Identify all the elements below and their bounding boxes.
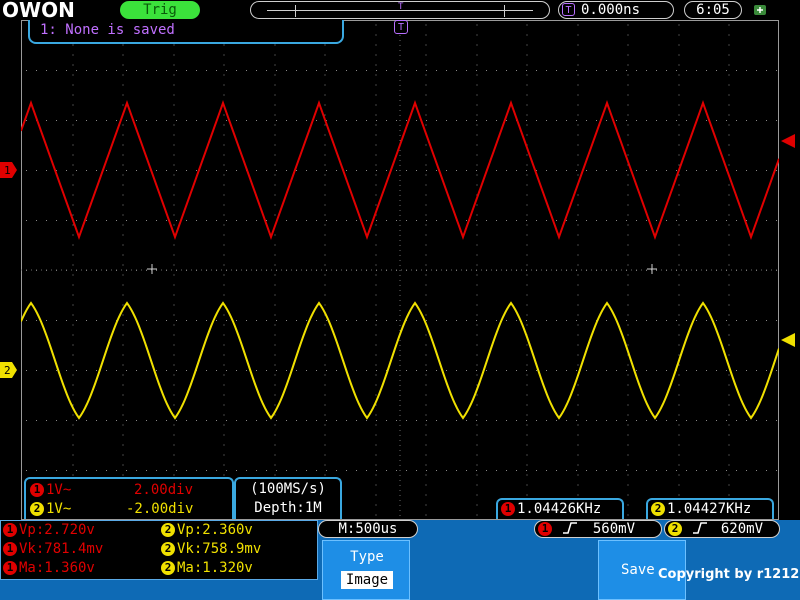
ch2-number-badge: 2 xyxy=(161,523,175,537)
ch1-number-badge: 1 xyxy=(3,561,17,575)
type-label: Type xyxy=(350,549,384,565)
memory-depth: Depth:1M xyxy=(254,500,322,516)
ch2-coupling: 1V~ xyxy=(46,501,72,517)
type-menu-button[interactable]: Type Image xyxy=(322,540,410,600)
ch2-measurement-row: 2 Vp:2.360v xyxy=(161,521,316,540)
ch2-marker-label: 2 xyxy=(4,364,11,377)
ch2-number-badge: 2 xyxy=(668,522,682,536)
ch2-vp: Vp:2.360v xyxy=(177,522,253,538)
rising-edge-icon xyxy=(693,522,708,534)
rising-edge-icon xyxy=(563,522,578,534)
ch1-number-badge: 1 xyxy=(3,523,17,537)
ch2-ma: Ma:1.320v xyxy=(177,560,253,576)
trigger-position-icon: T xyxy=(394,20,408,34)
brand-text: OWON xyxy=(2,1,75,19)
ch1-number-badge: 1 xyxy=(3,542,17,556)
ch2-measurements: 2 Vp:2.360v 2 Vk:758.9mv 2 Ma:1.320v xyxy=(161,521,316,578)
timeline-trigger-marker: T xyxy=(398,2,404,12)
ch2-scale-row: 2 1V~ -2.00div xyxy=(30,500,230,518)
trigger-delay-value: 0.000ns xyxy=(581,2,641,18)
ch2-vk: Vk:758.9mv xyxy=(177,541,262,557)
ch2-number-badge: 2 xyxy=(30,502,44,516)
ch1-number-badge: 1 xyxy=(501,502,515,516)
ch1-number-badge: 1 xyxy=(538,522,552,536)
timebase-readout: M:500us xyxy=(318,520,418,538)
ch1-measurements: 1 Vp:2.720v 1 Vk:781.4mv 1 Ma:1.360v xyxy=(3,521,153,578)
ch1-measurement-row: 1 Vp:2.720v xyxy=(3,521,153,540)
ch2-frequency-readout: 2 1.04427KHz xyxy=(646,498,774,519)
ch2-trigger-readout: 2 620mV xyxy=(664,520,780,538)
waveform-display xyxy=(21,20,779,520)
ch1-frequency: 1.04426KHz xyxy=(517,501,602,517)
ch2-trigger-level: 620mV xyxy=(720,521,764,537)
ch1-trigger-readout: 1 560mV xyxy=(534,520,662,538)
owon-logo: OWON xyxy=(2,1,75,19)
ch2-scale: -2.00div xyxy=(126,501,194,517)
ch1-ground-marker[interactable]: 1 xyxy=(0,162,17,178)
ch1-coupling: 1V~ xyxy=(46,482,72,498)
ch2-number-badge: 2 xyxy=(161,542,175,556)
type-value: Image xyxy=(341,571,393,589)
copyright-watermark: Copyright by r1212 xyxy=(658,567,800,582)
sample-rate: (100MS/s) xyxy=(250,481,326,497)
ch1-trigger-level: 560mV xyxy=(592,521,636,537)
ch1-measurement-row: 1 Ma:1.360v xyxy=(3,559,153,578)
channel-scale-panel: 1 1V~ 2.00div 2 1V~ -2.00div xyxy=(24,477,234,519)
ch2-number-badge: 2 xyxy=(161,561,175,575)
ch1-frequency-readout: 1 1.04426KHz xyxy=(496,498,624,519)
ch1-measurement-row: 1 Vk:781.4mv xyxy=(3,540,153,559)
trigger-t-icon: T xyxy=(562,3,575,16)
clock: 6:05 xyxy=(684,1,742,19)
measurement-panel: 1 Vp:2.720v 1 Vk:781.4mv 1 Ma:1.360v 2 Vp:2.… xyxy=(0,520,318,580)
ch1-number-badge: 1 xyxy=(30,483,44,497)
ch2-measurement-row: 2 Vk:758.9mv xyxy=(161,540,316,559)
ch1-scale-row: 1 1V~ 2.00div xyxy=(30,481,230,499)
timeline-right-bracket xyxy=(504,5,505,17)
ch1-ma: Ma:1.360v xyxy=(19,560,95,576)
trigger-status-badge: Trig xyxy=(120,1,200,19)
ch1-vk: Vk:781.4mv xyxy=(19,541,104,557)
ch1-vp: Vp:2.720v xyxy=(19,522,95,538)
ch2-trigger-level-arrow-icon[interactable] xyxy=(781,333,795,347)
save-status-message: 1: None is saved xyxy=(28,20,344,44)
acquisition-panel: (100MS/s) Depth:1M xyxy=(234,477,342,519)
timeline-left-bracket xyxy=(295,5,296,17)
ch2-ground-marker[interactable]: 2 xyxy=(0,362,17,378)
ch1-scale: 2.00div xyxy=(134,482,194,498)
ch1-trigger-level-arrow-icon[interactable] xyxy=(781,134,795,148)
ch2-frequency: 1.04427KHz xyxy=(667,501,752,517)
memory-timeline: T xyxy=(250,1,550,19)
trigger-delay-readout: T 0.000ns xyxy=(558,1,674,19)
ch2-measurement-row: 2 Ma:1.320v xyxy=(161,559,316,578)
ch2-number-badge: 2 xyxy=(651,502,665,516)
usb-icon xyxy=(754,5,766,15)
ch1-marker-label: 1 xyxy=(4,164,11,177)
